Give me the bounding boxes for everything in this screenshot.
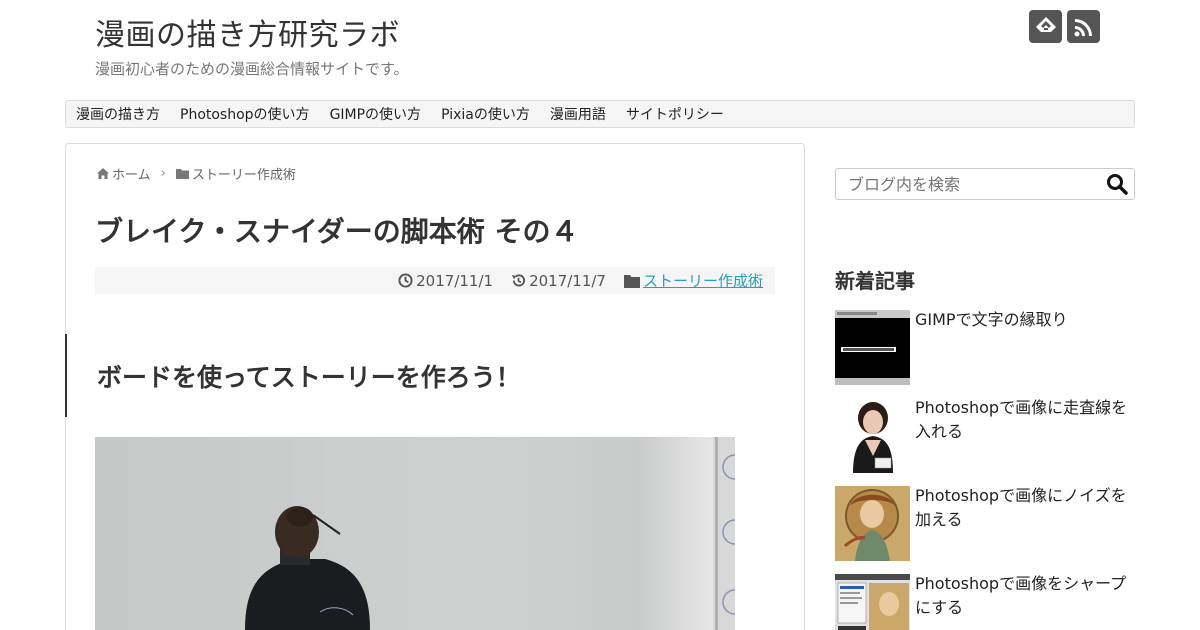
recent-post-thumbnail[interactable] (835, 574, 910, 630)
post-title: ブレイク・スナイダーの脚本術 その４ (95, 215, 579, 248)
updated-date: 2017/11/7 (511, 272, 606, 290)
recent-post-item[interactable]: GIMPで文字の縁取り (835, 310, 1135, 386)
recent-post-title[interactable]: Photoshopで画像に走査線を入れる (915, 396, 1130, 444)
folder-icon (623, 274, 640, 288)
breadcrumb-home[interactable]: ホーム (97, 164, 151, 183)
breadcrumb: ホーム › ストーリー作成術 (97, 164, 296, 183)
recent-post-item[interactable]: Photoshopで画像に走査線を入れる (835, 398, 1135, 474)
chevron-right-icon: › (160, 166, 166, 181)
post-meta-bar: 2017/11/1 2017/11/7 ストーリー作成術 (95, 267, 775, 294)
clock-icon (398, 273, 413, 288)
updated-date-text: 2017/11/7 (529, 271, 606, 290)
nav-item-pixia[interactable]: Pixiaの使い方 (441, 104, 530, 124)
recent-post-title[interactable]: Photoshopで画像をシャープにする (915, 572, 1130, 620)
recent-post-thumbnail[interactable] (835, 486, 910, 561)
recent-post-title[interactable]: GIMPで文字の縁取り (915, 308, 1130, 332)
section-heading: ボードを使ってストーリーを作ろう！ (97, 363, 521, 392)
search-icon[interactable] (1106, 173, 1128, 195)
nav-item-gimp[interactable]: GIMPの使い方 (330, 104, 422, 124)
breadcrumb-home-label: ホーム (112, 168, 151, 183)
search-input[interactable] (835, 168, 1135, 200)
breadcrumb-category[interactable]: ストーリー作成術 (175, 164, 296, 183)
rss-icon[interactable] (1067, 10, 1100, 43)
post-category-link[interactable]: ストーリー作成術 (643, 270, 763, 291)
published-date: 2017/11/1 (398, 272, 493, 290)
recent-post-title[interactable]: Photoshopで画像にノイズを加える (915, 484, 1130, 532)
nav-item-photoshop[interactable]: Photoshopの使い方 (180, 104, 310, 124)
folder-icon (175, 169, 189, 179)
site-description: 漫画初心者のための漫画総合情報サイトです。 (95, 60, 409, 78)
site-title[interactable]: 漫画の描き方研究ラボ (95, 10, 400, 54)
recent-post-item[interactable]: Photoshopで画像をシャープにする (835, 574, 1135, 630)
header-icons (1029, 10, 1100, 43)
recent-post-item[interactable]: Photoshopで画像にノイズを加える (835, 486, 1135, 562)
published-date-text: 2017/11/1 (416, 271, 494, 290)
main-nav: 漫画の描き方 Photoshopの使い方 GIMPの使い方 Pixiaの使い方 … (65, 100, 1135, 128)
article-photo (95, 437, 735, 630)
recent-post-thumbnail[interactable] (835, 310, 910, 385)
nav-item-manga-terms[interactable]: 漫画用語 (550, 104, 606, 124)
home-icon (97, 168, 109, 179)
feedly-icon[interactable] (1029, 10, 1062, 43)
recent-post-thumbnail[interactable] (835, 398, 910, 473)
nav-item-site-policy[interactable]: サイトポリシー (626, 104, 724, 124)
heading-accent-bar (65, 334, 67, 417)
recent-posts-title: 新着記事 (835, 269, 915, 293)
post-category: ストーリー作成術 (623, 270, 763, 291)
breadcrumb-category-label: ストーリー作成術 (191, 168, 296, 183)
nav-item-manga-drawing[interactable]: 漫画の描き方 (76, 104, 160, 124)
history-icon (512, 274, 526, 287)
